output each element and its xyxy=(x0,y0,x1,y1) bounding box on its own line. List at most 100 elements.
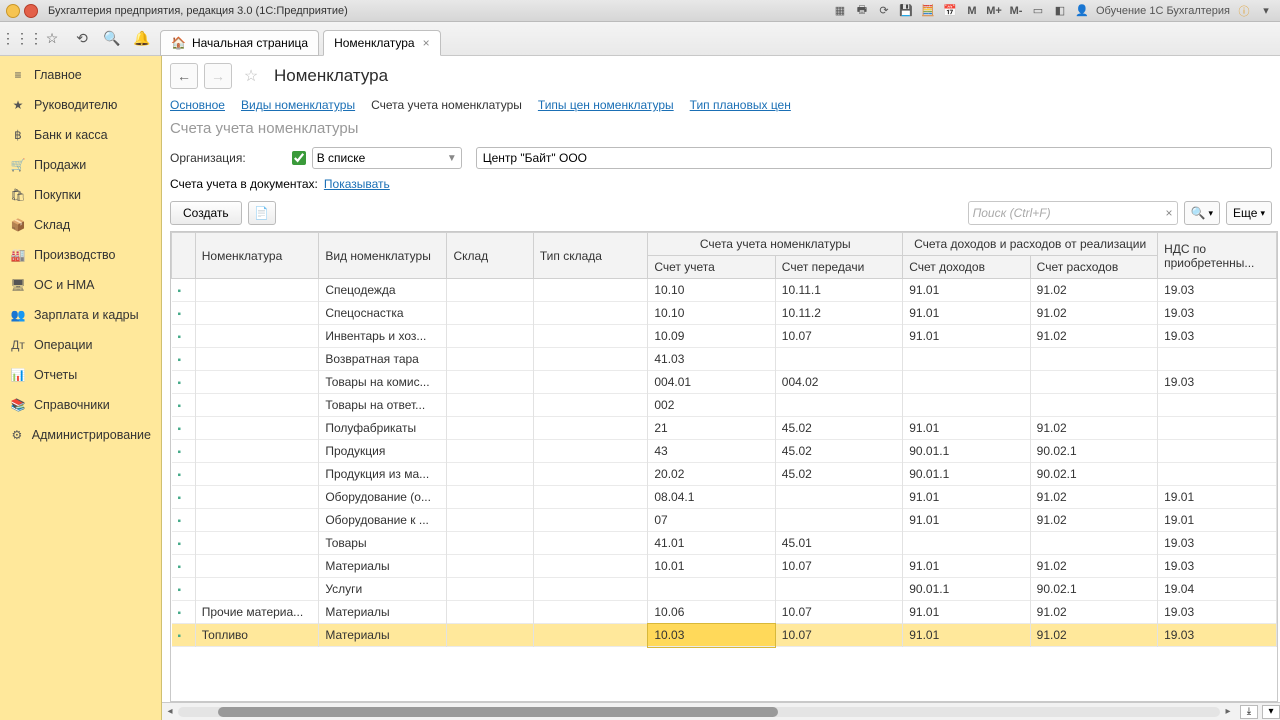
table-cell[interactable]: 41.03 xyxy=(648,348,775,371)
tab-home[interactable]: 🏠 Начальная страница xyxy=(160,30,319,56)
table-cell[interactable]: 91.01 xyxy=(903,601,1030,624)
table-cell[interactable]: 10.07 xyxy=(775,624,902,647)
table-cell[interactable]: Оборудование к ... xyxy=(319,509,447,532)
subtab[interactable]: Счета учета номенклатуры xyxy=(371,98,522,112)
table-cell[interactable]: Продукция xyxy=(319,440,447,463)
table-cell[interactable]: Материалы xyxy=(319,624,447,647)
table-cell[interactable] xyxy=(195,509,319,532)
more-button[interactable]: Еще ▾ xyxy=(1226,201,1272,225)
table-cell[interactable] xyxy=(533,624,647,647)
table-row[interactable]: ▪Прочие материа...Материалы10.0610.0791.… xyxy=(172,601,1277,624)
table-cell[interactable]: 08.04.1 xyxy=(648,486,775,509)
table-cell[interactable] xyxy=(447,279,533,302)
table-cell[interactable]: 90.02.1 xyxy=(1030,463,1157,486)
table-cell[interactable]: ▪ xyxy=(172,302,196,325)
sidebar-item[interactable]: 🛒Продажи xyxy=(0,150,161,180)
table-cell[interactable]: 19.03 xyxy=(1158,532,1277,555)
table-cell[interactable]: 91.02 xyxy=(1030,624,1157,647)
table-cell[interactable]: ▪ xyxy=(172,394,196,417)
table-row[interactable]: ▪Продукция из ма...20.0245.0290.01.190.0… xyxy=(172,463,1277,486)
table-cell[interactable] xyxy=(775,509,902,532)
scroll-right-icon[interactable]: ▸ xyxy=(1220,706,1236,717)
table-cell[interactable] xyxy=(195,394,319,417)
table-cell[interactable] xyxy=(775,348,902,371)
subtab[interactable]: Основное xyxy=(170,98,225,112)
table-cell[interactable]: 10.07 xyxy=(775,325,902,348)
table-cell[interactable] xyxy=(447,371,533,394)
col-income[interactable]: Счет доходов xyxy=(903,256,1030,279)
table-cell[interactable] xyxy=(775,486,902,509)
table-cell[interactable]: Спецодежда xyxy=(319,279,447,302)
table-cell[interactable]: ▪ xyxy=(172,371,196,394)
table-cell[interactable]: ▪ xyxy=(172,486,196,509)
table-cell[interactable] xyxy=(533,348,647,371)
table-cell[interactable]: 45.02 xyxy=(775,440,902,463)
page-down-button[interactable]: ▾ xyxy=(1262,705,1280,719)
table-cell[interactable] xyxy=(775,578,902,601)
table-cell[interactable] xyxy=(447,578,533,601)
table-cell[interactable] xyxy=(447,624,533,647)
create-button[interactable]: Создать xyxy=(170,201,242,225)
window-control[interactable] xyxy=(24,4,38,18)
calendar-icon[interactable]: 📅 xyxy=(942,3,958,19)
table-cell[interactable] xyxy=(533,440,647,463)
refresh-icon[interactable]: ⟳ xyxy=(876,3,892,19)
table-cell[interactable] xyxy=(903,371,1030,394)
sidebar-item[interactable]: ДтОперации xyxy=(0,330,161,360)
table-row[interactable]: ▪Товары на ответ...002 xyxy=(172,394,1277,417)
col-expense[interactable]: Счет расходов xyxy=(1030,256,1157,279)
table-cell[interactable]: 19.03 xyxy=(1158,302,1277,325)
table-cell[interactable]: Материалы xyxy=(319,601,447,624)
table-cell[interactable]: 41.01 xyxy=(648,532,775,555)
tab-nomenclature[interactable]: Номенклатура × xyxy=(323,30,441,56)
sidebar-item[interactable]: 📊Отчеты xyxy=(0,360,161,390)
table-cell[interactable] xyxy=(533,486,647,509)
table-cell[interactable]: 19.01 xyxy=(1158,486,1277,509)
table-row[interactable]: ▪Инвентарь и хоз...10.0910.0791.0191.021… xyxy=(172,325,1277,348)
window-icon[interactable]: ▭ xyxy=(1030,3,1046,19)
col-whtype[interactable]: Тип склада xyxy=(533,233,647,279)
m-minus-button[interactable]: М- xyxy=(1008,3,1024,19)
help-label[interactable]: Обучение 1С Бухгалтерия xyxy=(1096,3,1230,19)
table-row[interactable]: ▪Оборудование (о...08.04.191.0191.0219.0… xyxy=(172,486,1277,509)
back-button[interactable]: ← xyxy=(170,63,198,89)
table-cell[interactable] xyxy=(775,394,902,417)
table-row[interactable]: ▪ТопливоМатериалы10.0310.0791.0191.0219.… xyxy=(172,624,1277,647)
table-cell[interactable]: 90.02.1 xyxy=(1030,440,1157,463)
table-row[interactable]: ▪Полуфабрикаты2145.0291.0191.02 xyxy=(172,417,1277,440)
table-cell[interactable]: 004.02 xyxy=(775,371,902,394)
table-cell[interactable]: 19.01 xyxy=(1158,509,1277,532)
table-cell[interactable] xyxy=(195,440,319,463)
table-cell[interactable] xyxy=(1158,394,1277,417)
table-cell[interactable] xyxy=(1158,440,1277,463)
table-cell[interactable] xyxy=(195,279,319,302)
table-cell[interactable]: 004.01 xyxy=(648,371,775,394)
table-cell[interactable] xyxy=(447,532,533,555)
table-cell[interactable] xyxy=(533,417,647,440)
table-cell[interactable]: 45.02 xyxy=(775,417,902,440)
table-cell[interactable]: 10.10 xyxy=(648,302,775,325)
subtab[interactable]: Тип плановых цен xyxy=(690,98,791,112)
table-cell[interactable] xyxy=(195,348,319,371)
search-input[interactable]: Поиск (Ctrl+F) × xyxy=(968,201,1178,225)
table-cell[interactable] xyxy=(447,486,533,509)
table-cell[interactable]: 90.01.1 xyxy=(903,440,1030,463)
table-cell[interactable] xyxy=(1030,371,1157,394)
org-mode-combo[interactable]: В списке ▼ xyxy=(312,147,462,169)
table-cell[interactable] xyxy=(533,394,647,417)
scroll-track[interactable] xyxy=(178,707,1220,717)
sidebar-item[interactable]: 🖥ОС и НМА xyxy=(0,270,161,300)
table-cell[interactable] xyxy=(195,532,319,555)
table-cell[interactable]: 91.01 xyxy=(903,486,1030,509)
col-nomenclature[interactable]: Номенклатура xyxy=(195,233,319,279)
table-cell[interactable]: 07 xyxy=(648,509,775,532)
sidebar-item[interactable]: ≡Главное xyxy=(0,60,161,90)
table-cell[interactable]: 10.11.2 xyxy=(775,302,902,325)
table-cell[interactable] xyxy=(1030,394,1157,417)
table-cell[interactable] xyxy=(533,532,647,555)
col-indicator[interactable] xyxy=(172,233,196,279)
sidebar-item[interactable]: 📚Справочники xyxy=(0,390,161,420)
table-cell[interactable]: 91.01 xyxy=(903,509,1030,532)
table-cell[interactable]: ▪ xyxy=(172,279,196,302)
col-warehouse[interactable]: Склад xyxy=(447,233,533,279)
